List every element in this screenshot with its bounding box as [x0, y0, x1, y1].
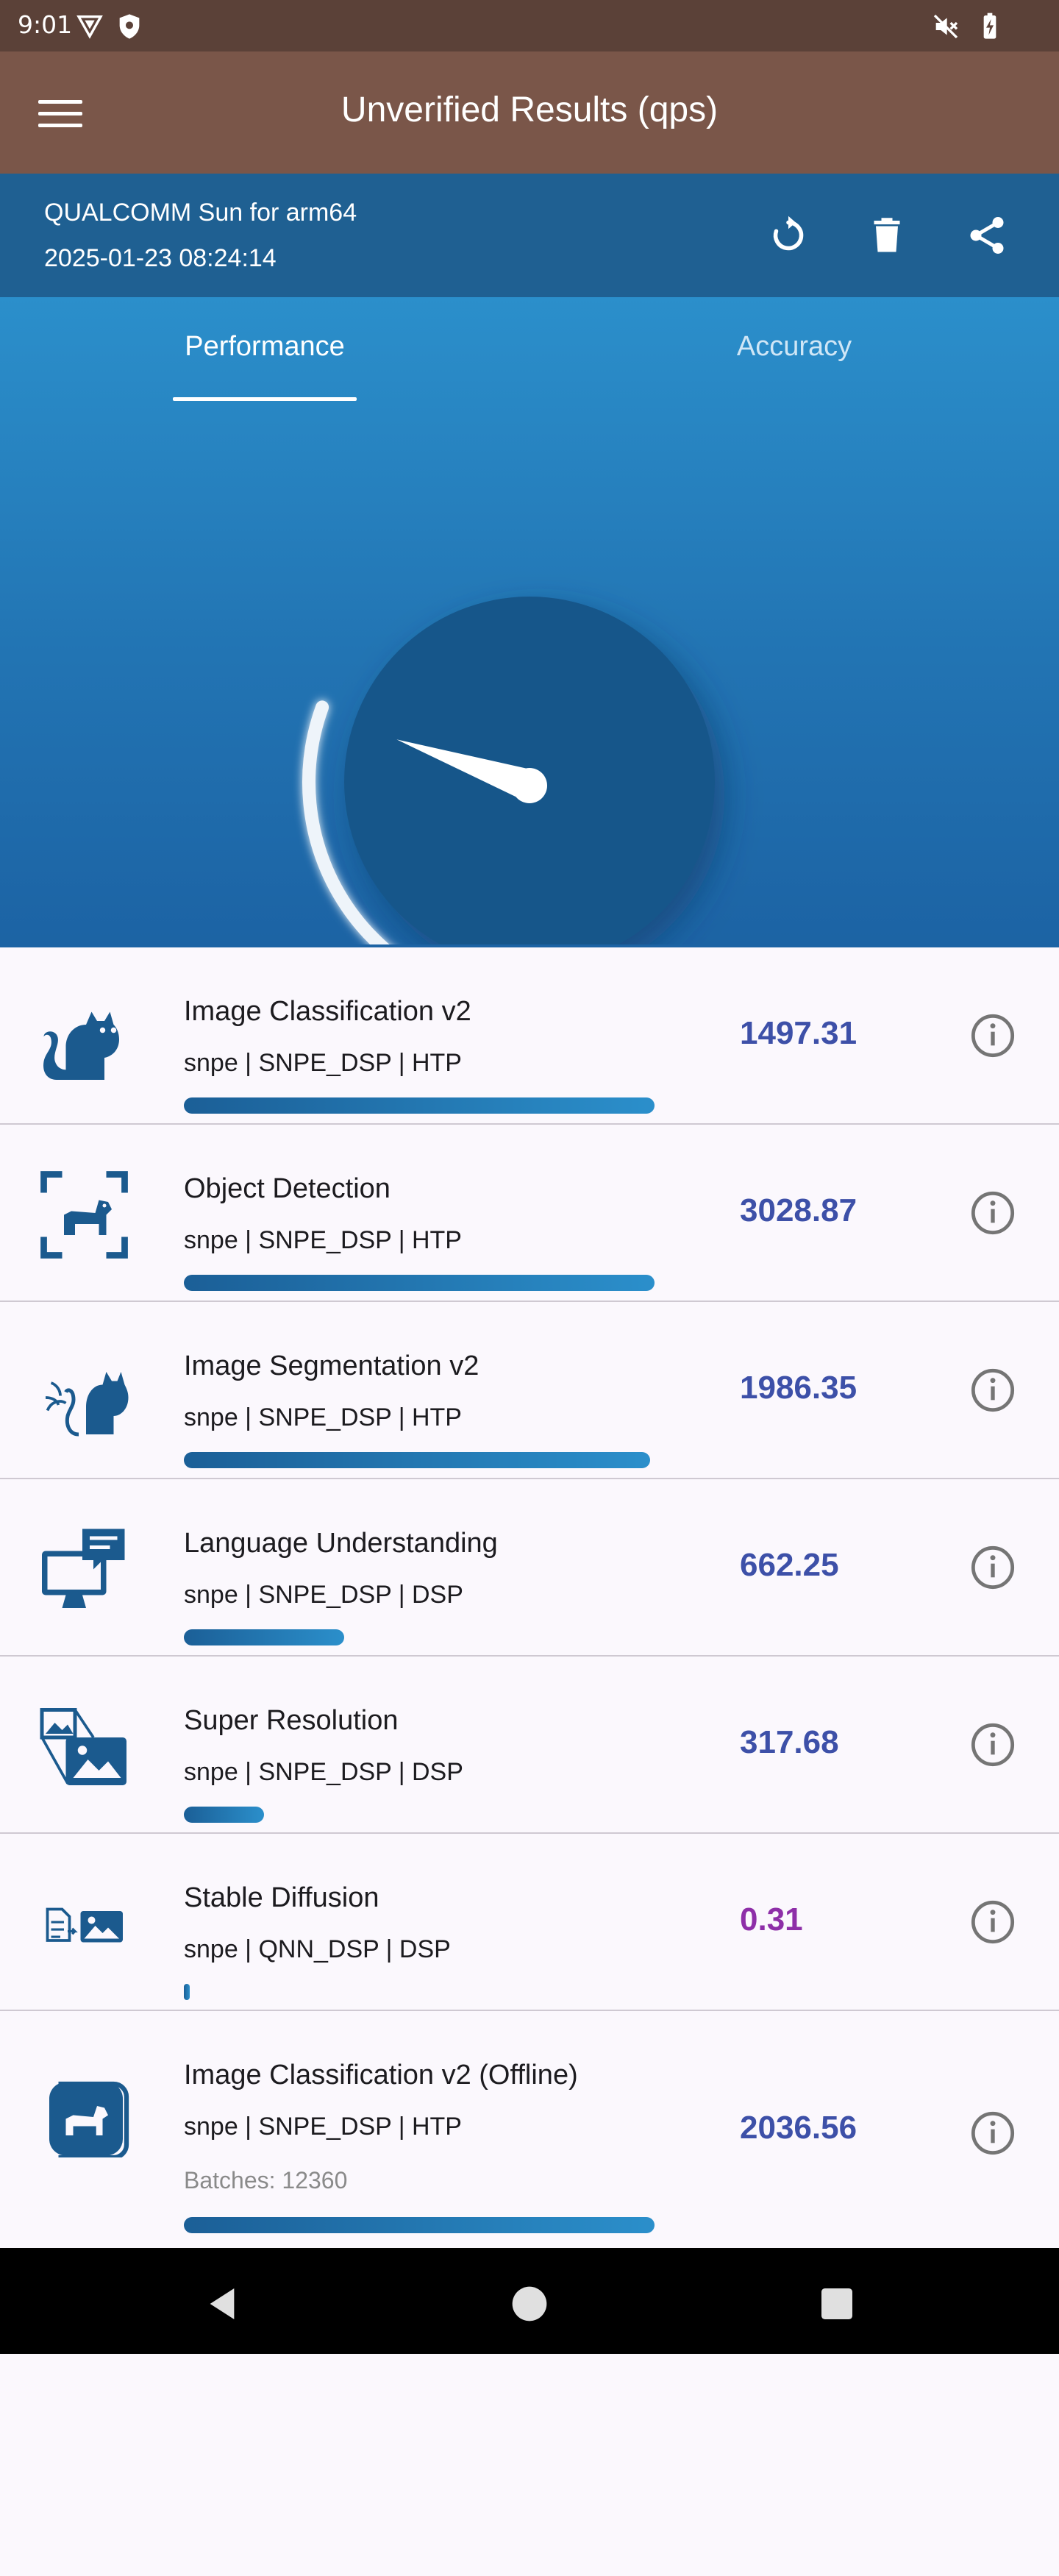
score-bar	[184, 1452, 650, 1468]
benchmark-title: Object Detection	[184, 1173, 391, 1204]
score-bar-track	[184, 1807, 655, 1823]
score-bar-track	[184, 1629, 655, 1645]
benchmark-score: 317.68	[740, 1724, 839, 1760]
tab-performance[interactable]: Performance	[132, 331, 397, 363]
device-name: QUALCOMM Sun for arm64	[44, 199, 357, 227]
dog-detection-icon	[40, 1171, 128, 1259]
score-bar	[184, 2217, 655, 2233]
benchmark-backend: snpe | SNPE_DSP | HTP	[184, 1049, 462, 1077]
benchmark-score: 1986.35	[740, 1370, 857, 1406]
benchmark-backend: snpe | QNN_DSP | DSP	[184, 1935, 451, 1963]
info-icon[interactable]	[969, 1189, 1016, 1237]
score-bar-track	[184, 1984, 655, 2000]
page-title: Unverified Results (qps)	[340, 90, 719, 129]
security-shield-icon	[115, 12, 144, 45]
result-row-object-detection[interactable]: Object Detection snpe | SNPE_DSP | HTP 3…	[0, 1125, 1059, 1302]
performance-hero: Performance Accuracy	[0, 297, 1059, 947]
tab-accuracy[interactable]: Accuracy	[662, 331, 927, 363]
recents-icon[interactable]	[816, 2283, 857, 2324]
delete-icon[interactable]	[860, 209, 913, 262]
benchmark-title: Image Classification v2 (Offline)	[184, 2060, 578, 2091]
system-nav-bar	[0, 2248, 1059, 2354]
vpn-shield-icon	[75, 12, 104, 45]
tab-indicator	[173, 397, 357, 401]
benchmark-score: 3028.87	[740, 1192, 857, 1228]
battery-charging-icon	[975, 12, 1005, 45]
benchmark-backend: snpe | SNPE_DSP | DSP	[184, 1581, 463, 1609]
score-bar	[184, 1097, 655, 1114]
result-info-bar: QUALCOMM Sun for arm64 2025-01-23 08:24:…	[0, 174, 1059, 297]
benchmark-title: Image Classification v2	[184, 996, 471, 1027]
segmentation-cat-icon	[45, 1372, 129, 1437]
info-icon[interactable]	[969, 1012, 1016, 1059]
gauge-needle-hub	[512, 768, 547, 803]
home-icon[interactable]	[509, 2283, 550, 2324]
benchmark-score: 2036.56	[740, 2110, 857, 2146]
info-icon[interactable]	[969, 1899, 1016, 1946]
app-bar: Unverified Results (qps)	[0, 51, 1059, 174]
benchmark-title: Super Resolution	[184, 1705, 399, 1736]
benchmark-score: 662.25	[740, 1547, 839, 1583]
cat-icon	[43, 1011, 119, 1080]
status-time: 9:01	[18, 10, 73, 39]
mute-icon	[931, 12, 960, 45]
benchmark-score: 1497.31	[740, 1015, 857, 1051]
batches-label: Batches: 12360	[184, 2167, 348, 2193]
result-row-super-resolution[interactable]: Super Resolution snpe | SNPE_DSP | DSP 3…	[0, 1657, 1059, 1834]
benchmark-title: Language Understanding	[184, 1528, 498, 1559]
score-bar	[184, 1275, 655, 1291]
result-row-language-understanding[interactable]: Language Understanding snpe | SNPE_DSP |…	[0, 1479, 1059, 1657]
image-upscale-icon	[40, 1708, 126, 1785]
benchmark-backend: snpe | SNPE_DSP | HTP	[184, 1403, 462, 1431]
score-bar	[184, 1807, 264, 1823]
back-icon[interactable]	[202, 2283, 243, 2324]
score-bar	[184, 1629, 344, 1645]
monitor-chat-icon	[42, 1529, 125, 1608]
score-bar-track	[184, 1097, 655, 1114]
benchmark-backend: snpe | SNPE_DSP | HTP	[184, 2113, 462, 2141]
benchmark-score: 0.31	[740, 1901, 803, 1938]
info-icon[interactable]	[969, 2110, 1016, 2157]
info-icon[interactable]	[969, 1544, 1016, 1591]
score-bar-track	[184, 2217, 655, 2233]
text-to-image-icon	[46, 1907, 123, 1943]
info-icon[interactable]	[969, 1367, 1016, 1414]
result-row-image-classification[interactable]: Image Classification v2 snpe | SNPE_DSP …	[0, 947, 1059, 1125]
share-icon[interactable]	[960, 209, 1013, 262]
score-bar-track	[184, 1275, 655, 1291]
result-row-stable-diffusion[interactable]: Stable Diffusion snpe | QNN_DSP | DSP 0.…	[0, 1834, 1059, 2011]
score-gauge	[302, 597, 715, 944]
score-bar	[184, 1984, 190, 2000]
result-row-image-segmentation[interactable]: Image Segmentation v2 snpe | SNPE_DSP | …	[0, 1302, 1059, 1479]
benchmark-title: Stable Diffusion	[184, 1882, 379, 1913]
info-icon[interactable]	[969, 1721, 1016, 1768]
benchmark-backend: snpe | SNPE_DSP | HTP	[184, 1226, 462, 1254]
rerun-icon[interactable]	[762, 209, 815, 262]
run-date: 2025-01-23 08:24:14	[44, 244, 277, 272]
benchmark-title: Image Segmentation v2	[184, 1351, 479, 1381]
benchmark-backend: snpe | SNPE_DSP | DSP	[184, 1758, 463, 1786]
score-bar-track	[184, 1452, 655, 1468]
status-bar: 9:01	[0, 0, 1059, 51]
offline-dog-icon	[49, 2081, 129, 2157]
